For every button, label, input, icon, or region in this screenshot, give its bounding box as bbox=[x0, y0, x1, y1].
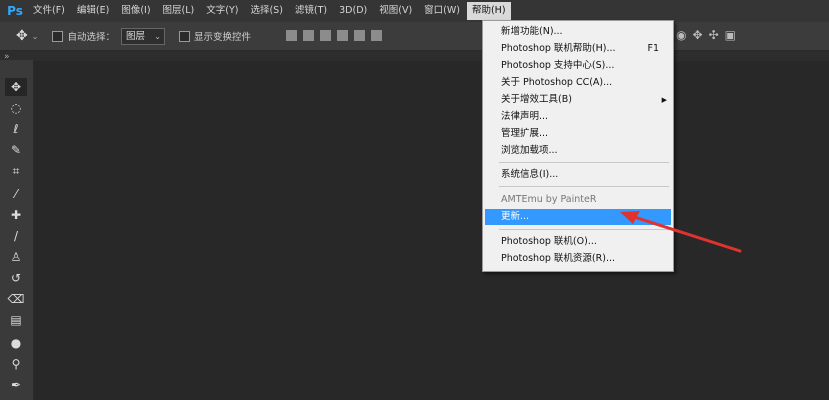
annotation-arrow-shaft bbox=[626, 213, 742, 253]
annotation-arrow bbox=[620, 211, 742, 253]
